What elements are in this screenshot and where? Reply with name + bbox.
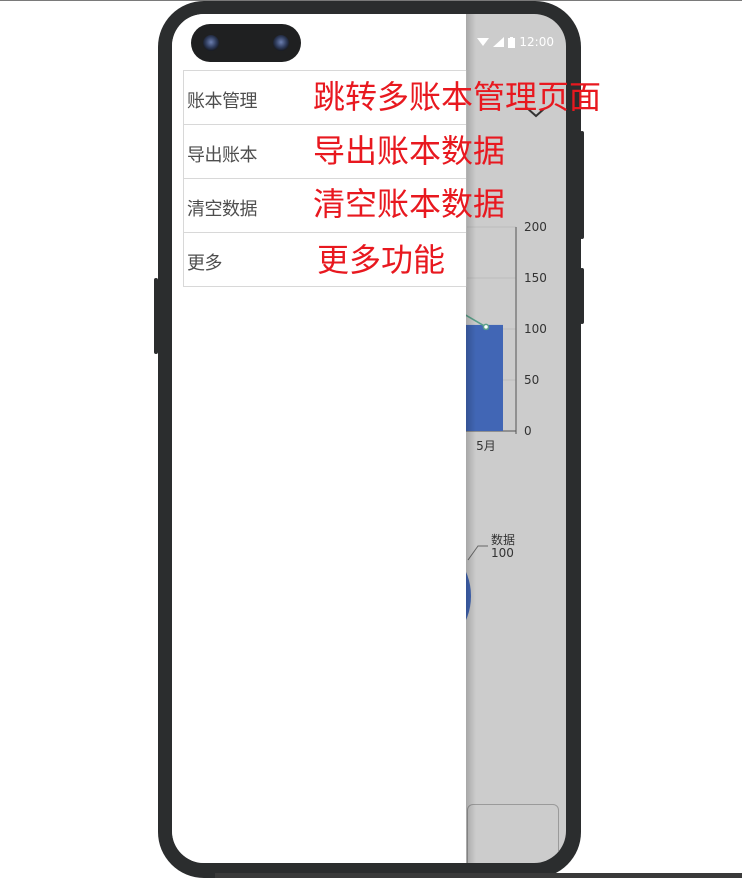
y-tick-label: 150: [524, 271, 547, 285]
annotation-export: 导出账本数据: [313, 132, 506, 170]
wifi-icon: [477, 38, 490, 46]
y-tick-label: 100: [524, 322, 547, 336]
menu-item-label: 清空数据: [187, 199, 258, 220]
y-tick-label: 200: [524, 220, 547, 234]
camera-lens: [273, 35, 289, 51]
status-time: 12:00: [519, 35, 554, 49]
menu-item-label: 导出账本: [187, 145, 258, 166]
annotation-ledger-manage: 跳转多账本管理页面: [313, 78, 602, 116]
bottom-card: [467, 804, 559, 863]
y-tick-label: 50: [524, 373, 539, 387]
pie-slice-label: 数据: [491, 532, 515, 547]
status-bar: 12:00: [477, 34, 554, 50]
camera-lens: [203, 35, 219, 51]
bottom-bar: [215, 873, 742, 878]
camera-cutout: [191, 24, 301, 62]
signal-icon: [493, 37, 505, 47]
x-tick-label: 5月: [476, 439, 496, 453]
battery-icon: [508, 36, 516, 48]
menu-item-label: 账本管理: [187, 91, 258, 112]
y-tick-label: 0: [524, 424, 532, 438]
annotation-clear: 清空账本数据: [313, 185, 506, 223]
annotation-more: 更多功能: [317, 241, 446, 279]
line-point: [482, 323, 490, 331]
pie-slice-value: 100: [491, 546, 514, 560]
menu-item-label: 更多: [187, 253, 223, 274]
